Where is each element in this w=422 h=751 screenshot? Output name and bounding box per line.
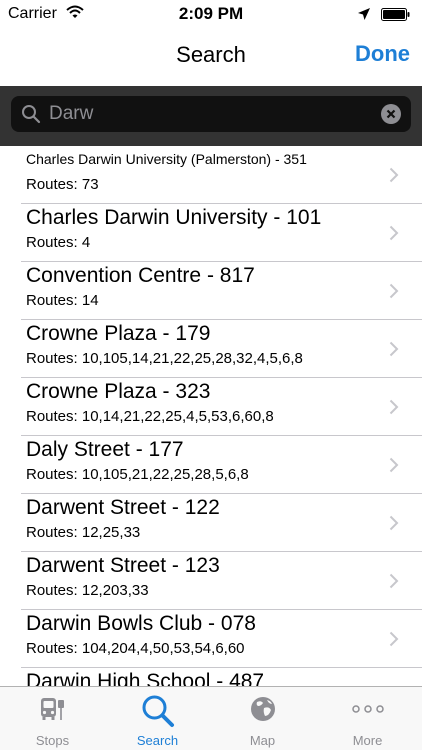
tab-label: Search — [136, 733, 179, 748]
result-row[interactable]: Darwin Bowls Club - 078 Routes: 104,204,… — [0, 610, 422, 668]
battery-icon — [381, 8, 411, 21]
stop-name: Darwent Street - 122 — [26, 496, 220, 519]
result-row[interactable]: Darwin High School - 487 — [0, 668, 422, 686]
chevron-right-icon — [389, 631, 399, 652]
stop-routes: Routes: 14 — [26, 292, 99, 309]
stop-name: Crowne Plaza - 323 — [26, 380, 211, 403]
more-icon — [315, 694, 420, 729]
status-bar: Carrier 2:09 PM — [0, 0, 422, 30]
tab-stops[interactable]: Stops — [0, 687, 105, 751]
tab-label: Stops — [35, 733, 70, 748]
stop-routes: Routes: 10,14,21,22,25,4,5,53,6,60,8 — [26, 408, 274, 425]
stop-name: Darwin Bowls Club - 078 — [26, 612, 256, 635]
search-icon — [21, 104, 41, 129]
stop-name: Charles Darwin University - 101 — [26, 206, 322, 229]
search-input[interactable] — [49, 100, 369, 128]
stop-routes: Routes: 12,203,33 — [26, 582, 149, 599]
tab-label: More — [352, 733, 383, 748]
stop-routes: Routes: 12,25,33 — [26, 524, 141, 541]
search-bar — [0, 86, 422, 146]
stop-name: Crowne Plaza - 179 — [26, 322, 211, 345]
stop-routes: Routes: 10,105,14,21,22,25,28,32,4,5,6,8 — [26, 350, 303, 367]
chevron-right-icon — [389, 573, 399, 594]
result-row[interactable]: Darwent Street - 123 Routes: 12,203,33 — [0, 552, 422, 610]
location-arrow-icon — [358, 7, 370, 25]
tab-label: Map — [249, 733, 276, 748]
stop-routes: Routes: 73 — [26, 176, 99, 193]
stop-routes: Routes: 104,204,4,50,53,54,6,60 — [26, 640, 245, 657]
navigation-bar: Search Done — [0, 30, 422, 86]
result-row[interactable]: Daly Street - 177 Routes: 10,105,21,22,2… — [0, 436, 422, 494]
chevron-right-icon — [389, 399, 399, 420]
stop-name: Daly Street - 177 — [26, 438, 184, 461]
result-row[interactable]: Charles Darwin University (Palmerston) -… — [0, 146, 422, 204]
result-row[interactable]: Darwent Street - 122 Routes: 12,25,33 — [0, 494, 422, 552]
stop-routes: Routes: 4 — [26, 234, 91, 251]
stop-name: Charles Darwin University (Palmerston) -… — [26, 151, 307, 167]
result-row[interactable]: Crowne Plaza - 323 Routes: 10,14,21,22,2… — [0, 378, 422, 436]
done-button[interactable]: Done — [355, 41, 410, 67]
result-row[interactable]: Crowne Plaza - 179 Routes: 10,105,14,21,… — [0, 320, 422, 378]
chevron-right-icon — [389, 283, 399, 304]
bus-icon — [0, 694, 105, 729]
stop-name: Convention Centre - 817 — [26, 264, 255, 287]
chevron-right-icon — [389, 515, 399, 536]
search-icon — [105, 694, 210, 733]
stop-name: Darwent Street - 123 — [26, 554, 220, 577]
stop-routes: Routes: 10,105,21,22,25,28,5,6,8 — [26, 466, 249, 483]
tab-bar: Stops Search Map More — [0, 686, 422, 750]
results-list: Charles Darwin University (Palmerston) -… — [0, 146, 422, 686]
clear-search-icon[interactable] — [381, 104, 401, 124]
chevron-right-icon — [389, 457, 399, 478]
globe-icon — [210, 694, 315, 729]
chevron-right-icon — [389, 341, 399, 362]
search-field[interactable] — [11, 96, 411, 132]
chevron-right-icon — [389, 167, 399, 188]
tab-map[interactable]: Map — [210, 687, 315, 751]
result-row[interactable]: Convention Centre - 817 Routes: 14 — [0, 262, 422, 320]
tab-search[interactable]: Search — [105, 687, 210, 751]
result-row[interactable]: Charles Darwin University - 101 Routes: … — [0, 204, 422, 262]
stop-name: Darwin High School - 487 — [26, 670, 265, 686]
tab-more[interactable]: More — [315, 687, 420, 751]
chevron-right-icon — [389, 225, 399, 246]
